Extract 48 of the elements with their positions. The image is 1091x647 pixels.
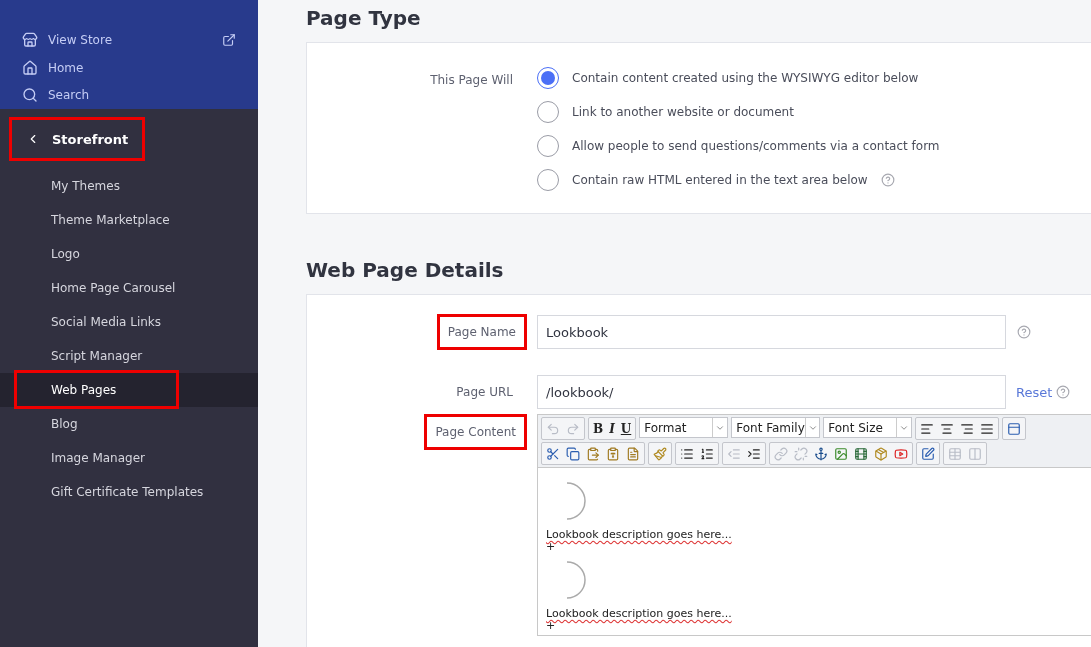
format-button[interactable]: I xyxy=(607,419,617,438)
store-icon xyxy=(22,31,38,48)
sidebar-item[interactable]: Script Manager xyxy=(0,339,258,373)
editor-dropdown[interactable]: Format xyxy=(639,417,729,438)
sidebar-item[interactable]: Theme Marketplace xyxy=(0,203,258,237)
field-label: Page URL xyxy=(455,384,514,401)
section-heading: Web Page Details xyxy=(306,258,505,282)
help-icon[interactable] xyxy=(1017,325,1031,339)
edit-icon[interactable] xyxy=(919,444,937,463)
sidebar-item[interactable]: Gift Certificate Templates xyxy=(0,475,258,509)
search-icon xyxy=(22,87,38,104)
rich-text-editor[interactable]: B I U Format Font Family Font Size Lookbook description goes here... + Lookbook description goes here... + xyxy=(537,414,1091,636)
sidebar-item[interactable]: Image Manager xyxy=(0,441,258,475)
sidebar-item[interactable]: Logo xyxy=(0,237,258,271)
page-name-field[interactable]: Lookbook xyxy=(537,315,1006,349)
sidebar-item[interactable]: My Themes xyxy=(0,169,258,203)
editor-text: Lookbook description goes here... xyxy=(546,528,733,541)
sidebar-item[interactable]: Social Media Links xyxy=(0,305,258,339)
page-url-field[interactable]: /lookbook/ xyxy=(537,375,1006,409)
radio-option[interactable]: Contain content created using the WYSIWYG editor below xyxy=(537,65,940,91)
sidebar-link[interactable]: Search xyxy=(0,81,258,109)
radio-option[interactable]: Contain raw HTML entered in the text area below xyxy=(537,167,940,193)
external-link-icon xyxy=(222,32,236,47)
sidebar-item[interactable]: Web Pages xyxy=(0,373,258,407)
field-label: Page Name xyxy=(436,314,527,350)
sidebar-link[interactable]: View Store xyxy=(0,26,258,54)
sidebar-item[interactable]: Home Page Carousel xyxy=(0,271,258,305)
editor-text: + xyxy=(546,620,557,632)
sidebar-item[interactable]: Blog xyxy=(0,407,258,441)
reset-link[interactable]: Reset xyxy=(1016,384,1053,400)
sidebar-link[interactable]: Home xyxy=(0,53,258,82)
section-back-link[interactable]: Storefront xyxy=(9,117,145,161)
editor-text: + xyxy=(546,541,557,553)
editor-dropdown[interactable]: Font Family xyxy=(731,417,821,438)
radio-option[interactable]: Allow people to send questions/comments via a contact form xyxy=(537,133,940,159)
radio-option[interactable]: Link to another website or document xyxy=(537,99,940,125)
editor-dropdown[interactable]: Font Size xyxy=(823,417,913,438)
format-button[interactable]: B xyxy=(591,419,606,438)
section-heading: Page Type xyxy=(306,6,422,30)
loading-spinner-icon xyxy=(566,482,586,520)
editor-text: Lookbook description goes here... xyxy=(546,607,733,620)
help-icon[interactable] xyxy=(880,173,895,187)
format-button[interactable]: U xyxy=(618,419,634,438)
home-icon xyxy=(22,59,38,76)
loading-spinner-icon xyxy=(566,561,586,599)
help-icon[interactable] xyxy=(1056,385,1071,399)
field-label: This Page Will xyxy=(429,72,514,89)
field-label: Page Content xyxy=(424,414,527,450)
